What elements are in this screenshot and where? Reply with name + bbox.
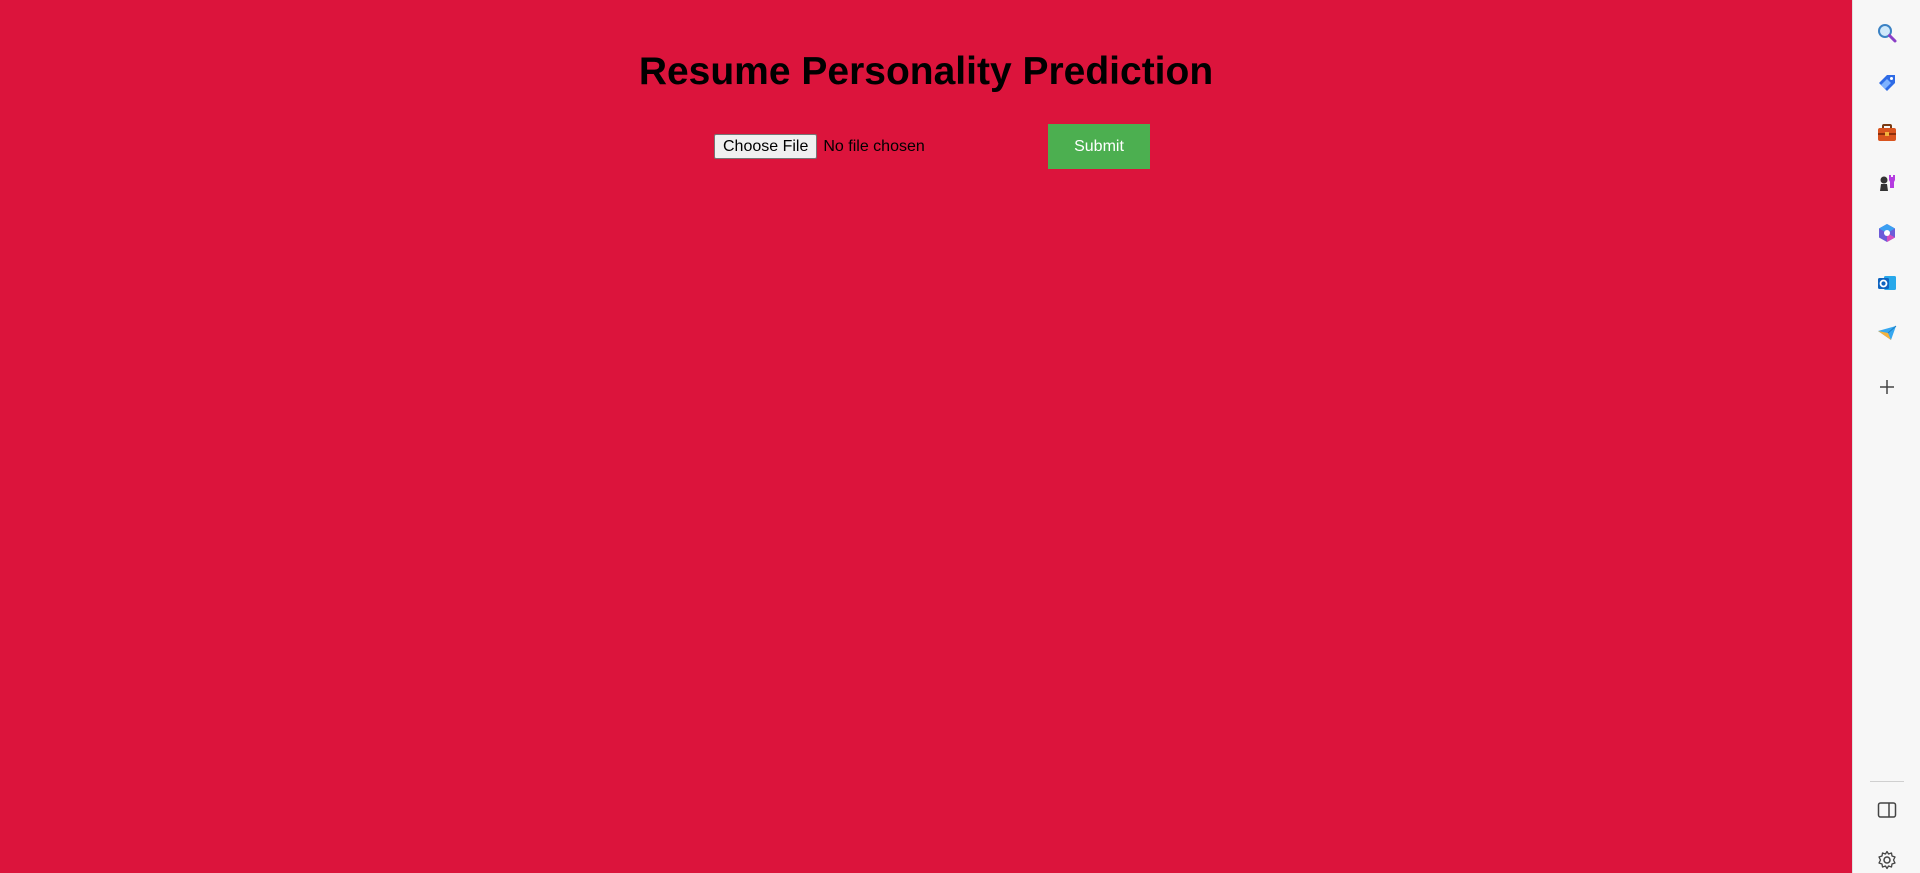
tools-briefcase-icon [1878, 124, 1896, 141]
upload-form: Choose File No file chosen Submit [714, 124, 1154, 169]
games-chess-icon [1880, 175, 1895, 191]
sidebar-item-outlook[interactable] [1865, 263, 1909, 303]
sidebar-item-tools[interactable] [1865, 113, 1909, 153]
file-status-text: No file chosen [823, 137, 925, 155]
split-panel-icon [1877, 802, 1897, 818]
sidebar-add-button[interactable] [1865, 367, 1909, 407]
microsoft-365-icon [1879, 224, 1895, 242]
sidebar-item-shopping[interactable] [1865, 63, 1909, 103]
web-page: Resume Personality Prediction Choose Fil… [0, 0, 1852, 873]
choose-file-button[interactable]: Choose File [714, 134, 818, 159]
sidebar-item-games[interactable] [1865, 163, 1909, 203]
page-title: Resume Personality Prediction [638, 50, 1214, 93]
sidebar-settings-button[interactable] [1865, 840, 1909, 873]
outlook-icon [1878, 276, 1896, 290]
shopping-tag-icon [1879, 75, 1895, 91]
browser-window: Resume Personality Prediction Choose Fil… [0, 0, 1920, 873]
sidebar-item-search[interactable] [1865, 13, 1909, 53]
add-icon [1880, 380, 1894, 394]
submit-button[interactable]: Submit [1048, 124, 1150, 169]
sidebar-item-send[interactable] [1865, 313, 1909, 353]
sidebar-item-microsoft-365[interactable] [1865, 213, 1909, 253]
sidebar-toggle-panel-button[interactable] [1865, 790, 1909, 830]
sidebar-divider [1870, 781, 1904, 782]
telegram-send-icon [1878, 325, 1897, 340]
search-icon [1878, 24, 1897, 43]
file-input[interactable]: Choose File No file chosen [714, 134, 925, 159]
gear-icon [1878, 850, 1896, 870]
edge-sidebar [1852, 0, 1920, 873]
